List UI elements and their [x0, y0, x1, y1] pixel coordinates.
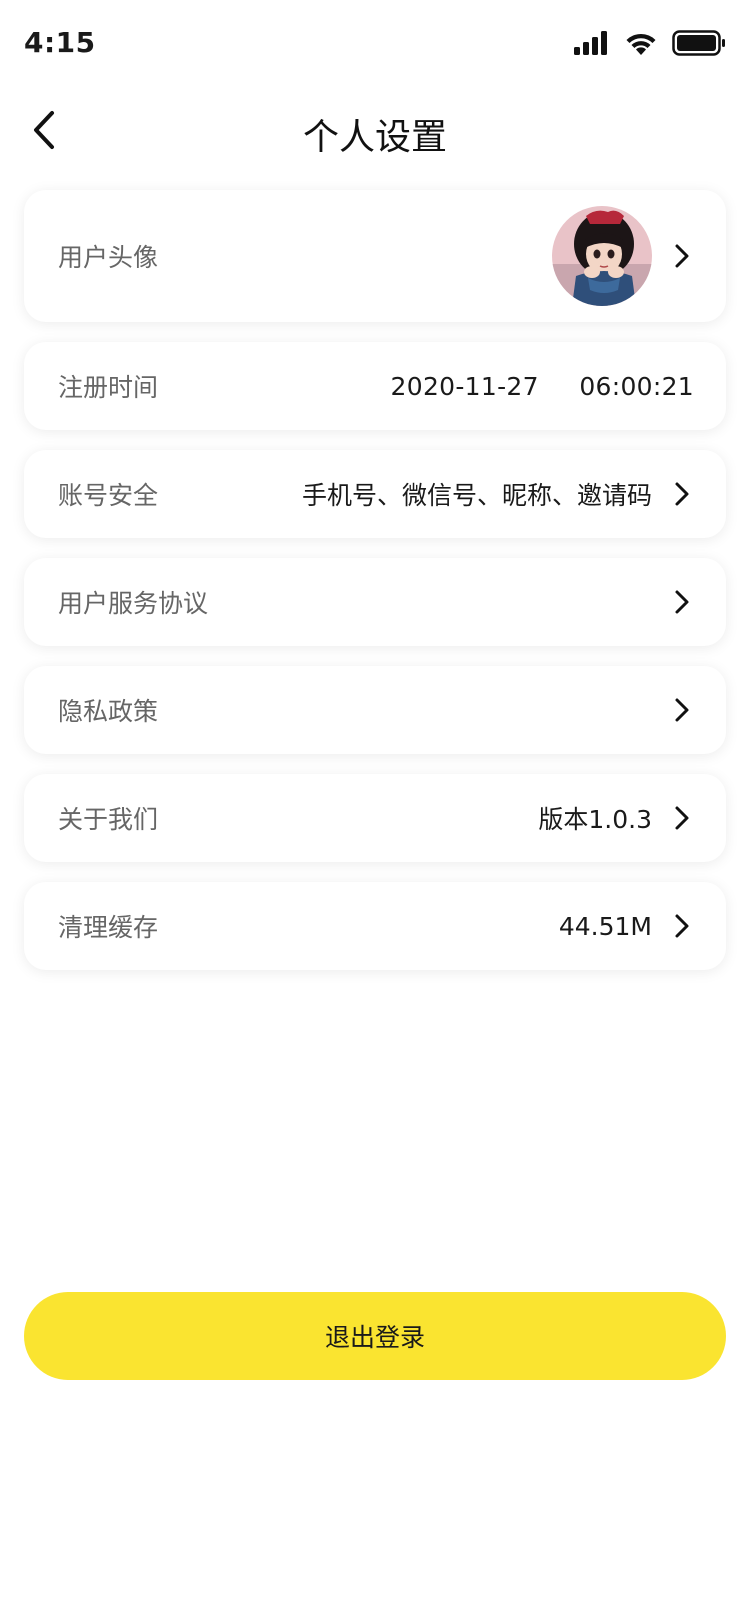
settings-row-about-us[interactable]: 关于我们 版本1.0.3	[24, 774, 726, 862]
settings-row-privacy-policy[interactable]: 隐私政策	[24, 666, 726, 754]
settings-row-avatar[interactable]: 用户头像	[24, 190, 726, 322]
page-title: 个人设置	[302, 117, 447, 158]
cache-size-value: 44.51M	[558, 911, 652, 941]
status-bar: 4:15	[0, 0, 750, 92]
nav-bar: 个人设置	[0, 92, 750, 172]
register-time-label: 注册时间	[58, 373, 159, 402]
chevron-right-icon	[670, 588, 694, 616]
status-icons	[574, 30, 726, 60]
chevron-right-icon	[670, 804, 694, 832]
user-agreement-label: 用户服务协议	[58, 589, 209, 618]
version-value: 版本1.0.3	[538, 805, 652, 834]
avatar-label: 用户头像	[58, 243, 159, 272]
avatar	[552, 206, 652, 306]
privacy-policy-label: 隐私政策	[58, 697, 159, 726]
settings-row-user-agreement[interactable]: 用户服务协议	[24, 558, 726, 646]
settings-row-clear-cache[interactable]: 清理缓存 44.51M	[24, 882, 726, 970]
settings-row-register-time: 注册时间 2020-11-27 06:00:21	[24, 342, 726, 430]
clear-cache-label: 清理缓存	[58, 913, 159, 942]
wifi-icon	[624, 30, 658, 60]
status-time: 4:15	[24, 26, 96, 59]
chevron-right-icon	[670, 480, 694, 508]
chevron-right-icon	[670, 242, 694, 270]
signal-icon	[574, 31, 610, 59]
battery-icon	[672, 30, 726, 60]
account-security-label: 账号安全	[58, 481, 159, 510]
logout-button[interactable]: 退出登录	[24, 1292, 726, 1380]
chevron-right-icon	[670, 696, 694, 724]
about-us-label: 关于我们	[58, 805, 159, 834]
settings-row-account-security[interactable]: 账号安全 手机号、微信号、昵称、邀请码	[24, 450, 726, 538]
account-security-value: 手机号、微信号、昵称、邀请码	[301, 481, 652, 510]
register-time-value: 2020-11-27 06:00:21	[390, 371, 694, 401]
chevron-right-icon	[670, 912, 694, 940]
